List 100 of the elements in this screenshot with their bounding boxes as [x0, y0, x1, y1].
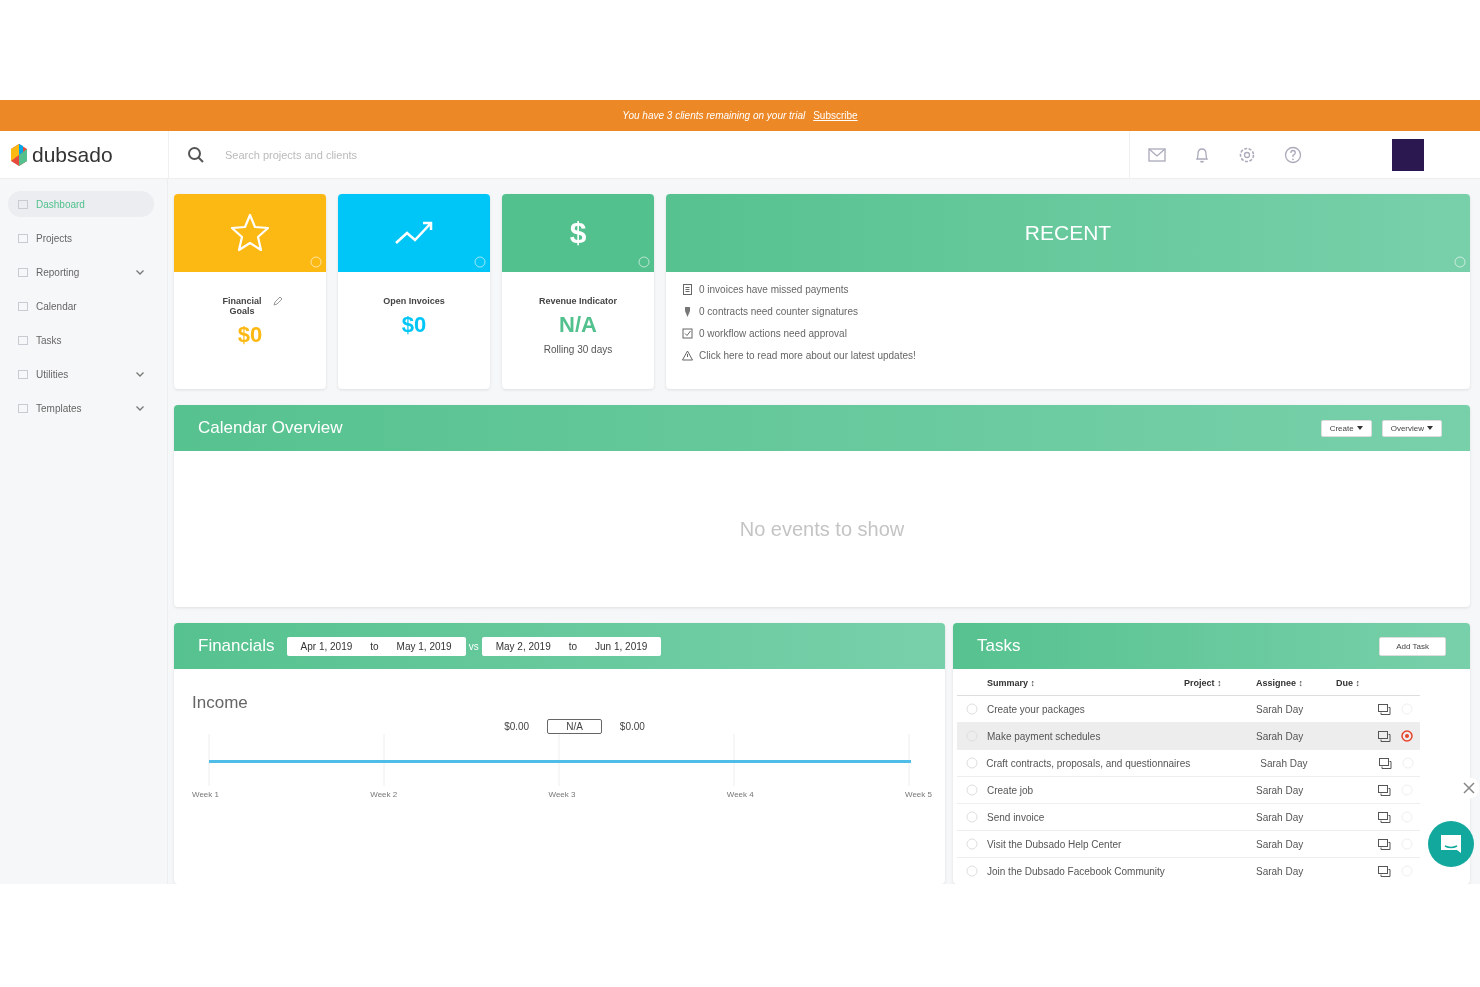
- card-title: Financial Goals: [221, 296, 263, 316]
- chevron-down-icon[interactable]: [136, 405, 144, 411]
- tasks-title: Tasks: [977, 636, 1022, 656]
- total-amount: $0.00: [619, 721, 645, 732]
- chat-launcher-icon[interactable]: [1428, 821, 1474, 867]
- settings-icon[interactable]: [1238, 145, 1256, 164]
- trial-message: You have 3 clients remaining on your trial: [622, 110, 806, 121]
- task-summary: Make payment schedules: [987, 730, 1102, 742]
- card-value: $0: [237, 322, 263, 348]
- checkbox-circle-icon[interactable]: [965, 757, 978, 769]
- caret-icon: [1427, 426, 1433, 430]
- recent-text: 0 workflow actions need approval: [699, 328, 847, 339]
- axis-label: Week 3: [548, 790, 576, 799]
- recent-title: RECENT: [1024, 221, 1112, 245]
- column-header[interactable]: Project ↕: [1184, 678, 1256, 688]
- task-assignee: Sarah Day: [1256, 838, 1305, 850]
- avatar[interactable]: [1392, 138, 1424, 171]
- star-icon: [230, 213, 270, 253]
- axis-label: Week 4: [726, 790, 754, 799]
- task-summary: Craft contracts, proposals, and questionnaires: [986, 757, 1191, 769]
- checkbox-circle-icon[interactable]: [966, 865, 978, 877]
- brand-name: dubsado: [32, 142, 113, 167]
- caret-icon: [1356, 426, 1363, 430]
- task-assignee: Sarah Day: [1256, 865, 1305, 877]
- task-assignee: Sarah Day: [1256, 730, 1305, 742]
- axis-label: Week 2: [370, 790, 398, 799]
- card-value: $0: [401, 312, 427, 338]
- add-task-button[interactable]: Add Task: [1379, 636, 1446, 656]
- checkbox-circle-icon[interactable]: [966, 784, 978, 796]
- financials-title: Financials: [198, 636, 275, 656]
- dropdown-button[interactable]: Overview: [1381, 419, 1442, 437]
- task-row[interactable]: Craft contracts, proposals, and questionnaires Sarah Day: [957, 750, 1420, 777]
- menu-item-icon: [18, 267, 28, 277]
- task-summary: Create job: [987, 784, 1035, 796]
- chevron-down-icon[interactable]: [136, 269, 144, 275]
- warning-icon: [682, 350, 693, 361]
- task-assignee: Sarah Day: [1256, 784, 1305, 796]
- column-header[interactable]: Assignee ↕: [1256, 678, 1336, 688]
- sidebar-item[interactable]: Templates: [8, 395, 154, 421]
- updates-link[interactable]: Click here to read more about our latest updates!: [699, 350, 916, 361]
- task-assignee: Sarah Day: [1260, 757, 1309, 769]
- help-icon[interactable]: [1284, 145, 1302, 164]
- dollar-sign: $: [569, 216, 587, 250]
- delete-icon[interactable]: [1401, 730, 1413, 742]
- comment-icon[interactable]: [1378, 730, 1391, 742]
- task-row[interactable]: Visit the Dubsado Help Center Sarah Day: [957, 831, 1420, 858]
- card-note: Rolling 30 days: [543, 344, 613, 355]
- checkbox-icon: [682, 328, 693, 339]
- menu-item-icon: [18, 301, 28, 311]
- task-row[interactable]: Create job Sarah Day: [957, 777, 1420, 804]
- menu-item-icon: [18, 199, 28, 209]
- comment-icon[interactable]: [1378, 865, 1391, 877]
- pen-nib-icon: [682, 306, 693, 317]
- pencil-icon[interactable]: [273, 296, 283, 306]
- mail-icon[interactable]: [1148, 147, 1166, 162]
- checkbox-circle-icon[interactable]: [966, 811, 978, 823]
- comment-icon[interactable]: [1378, 784, 1391, 796]
- column-header[interactable]: Due ↕: [1336, 678, 1378, 688]
- menu-item-icon: [18, 403, 28, 413]
- task-row[interactable]: Join the Dubsado Facebook Community Sarah Day: [957, 858, 1420, 884]
- comment-icon[interactable]: [1378, 811, 1391, 823]
- comment-icon[interactable]: [1378, 703, 1391, 715]
- total-amount: $0.00: [504, 721, 530, 732]
- task-assignee: Sarah Day: [1256, 703, 1305, 715]
- column-header[interactable]: Summary ↕: [987, 678, 1184, 688]
- recent-text: 0 contracts need counter signatures: [699, 306, 858, 317]
- axis-label: Week 1: [192, 790, 219, 799]
- sidebar-item[interactable]: Reporting: [8, 259, 154, 285]
- date-range-field[interactable]: Apr 1, 2019 to May 1, 2019: [286, 636, 466, 656]
- axis-label: Week 5: [905, 790, 932, 799]
- info-icon[interactable]: [1454, 256, 1466, 268]
- comment-icon[interactable]: [1379, 757, 1393, 769]
- bell-icon[interactable]: [1194, 145, 1210, 164]
- task-assignee: Sarah Day: [1256, 811, 1305, 823]
- task-summary: Create your packages: [987, 703, 1086, 715]
- chart-title: Income: [192, 693, 249, 713]
- comment-icon[interactable]: [1378, 838, 1391, 850]
- card-title: Open Invoices: [383, 296, 445, 306]
- recent-text: 0 invoices have missed payments: [699, 284, 849, 295]
- info-icon[interactable]: [638, 256, 650, 268]
- menu-item-icon: [18, 335, 28, 345]
- calendar-title: Calendar Overview: [198, 418, 344, 438]
- sidebar-item[interactable]: Tasks: [8, 327, 154, 353]
- info-icon[interactable]: [310, 256, 322, 268]
- checkbox-circle-icon[interactable]: [966, 703, 978, 715]
- sidebar-item[interactable]: Projects: [8, 225, 154, 251]
- search-icon[interactable]: [187, 145, 205, 164]
- card-value: N/A: [559, 312, 597, 338]
- task-row[interactable]: Send invoice Sarah Day: [957, 804, 1420, 831]
- checkbox-circle-icon[interactable]: [966, 838, 978, 850]
- info-icon[interactable]: [474, 256, 486, 268]
- document-icon: [682, 284, 693, 295]
- sidebar-item[interactable]: Utilities: [8, 361, 154, 387]
- menu-item-icon: [18, 369, 28, 379]
- sidebar-item[interactable]: Calendar: [8, 293, 154, 319]
- date-range-field[interactable]: May 2, 2019 to Jun 1, 2019: [481, 636, 662, 656]
- card-title: Revenue Indicator: [539, 296, 617, 306]
- dropdown-button[interactable]: Create: [1320, 419, 1372, 437]
- task-row[interactable]: Make payment schedules Sarah Day: [957, 723, 1420, 750]
- chevron-down-icon[interactable]: [136, 371, 144, 377]
